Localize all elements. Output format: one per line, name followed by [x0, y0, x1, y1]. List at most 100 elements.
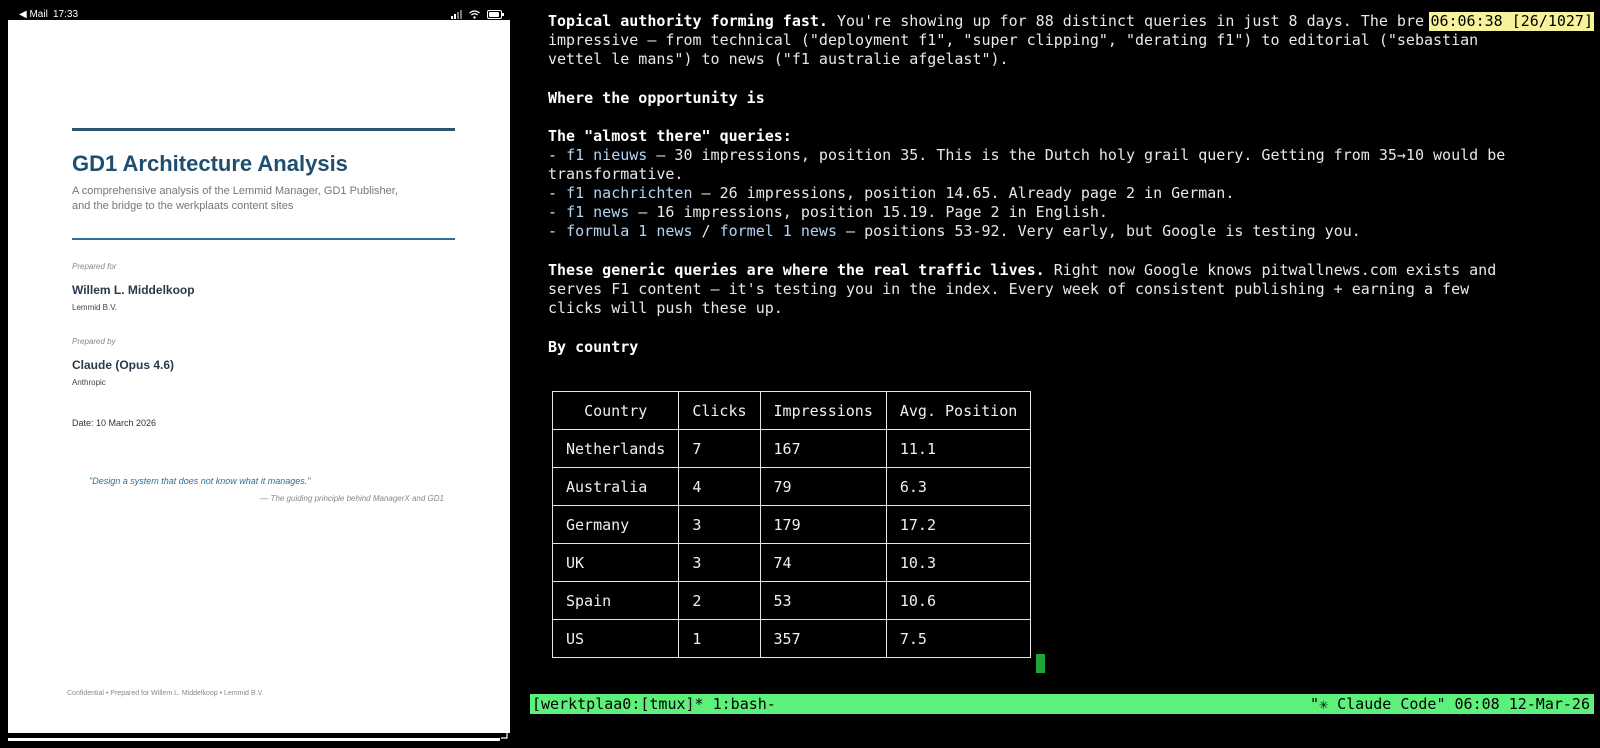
page-scroll-bar[interactable] [8, 738, 500, 741]
terminal-line-generic: These generic queries are where the real… [548, 261, 1496, 280]
column-header: Impressions [759, 391, 887, 430]
table-cell: 10.3 [885, 543, 1032, 582]
list-item-continuation: transformative. [548, 165, 684, 183]
terminal-text: — positions 53-92. Very early, but Googl… [837, 222, 1361, 240]
terminal-text: — 26 impressions, position 14.65. Alread… [692, 184, 1235, 202]
table-cell: 167 [759, 429, 887, 468]
heading-opportunity: Where the opportunity is [548, 89, 765, 107]
bold-text: Topical authority forming fast. [548, 12, 828, 30]
table-cell: 3 [678, 543, 761, 582]
list-dash: - [548, 222, 567, 240]
document-subtitle-line-2: and the bridge to the werkplaats content… [72, 200, 294, 212]
document-date: Date: 10 March 2026 [72, 418, 157, 428]
ipad-document-pane: ◀ Mail 17:33 GD1 Architecture Analysis A… [0, 0, 516, 748]
list-dash: - [548, 184, 567, 202]
table-cell: 53 [759, 581, 887, 620]
list-dash: - [548, 203, 567, 221]
list-item: - f1 news — 16 impressions, position 15.… [548, 203, 1108, 222]
table-cell: Netherlands [551, 429, 680, 468]
table-row: US 1 357 7.5 [551, 619, 1032, 658]
terminal-line-3: vettel le mans") to news ("f1 australie … [548, 50, 1009, 68]
table-cell: 357 [759, 619, 887, 658]
table-cell: 3 [678, 505, 761, 544]
list-item: - formula 1 news / formel 1 news — posit… [548, 222, 1361, 241]
wifi-icon [469, 10, 481, 19]
guiding-quote: "Design a system that does not know what… [89, 476, 311, 486]
table-row: UK 3 74 10.3 [551, 543, 1032, 582]
table-cell: US [551, 619, 680, 658]
query-term: formel 1 news [719, 222, 837, 240]
tmux-status-right: "✳ Claude Code" 06:08 12-Mar-26 [1310, 695, 1590, 713]
table-cell: 1 [678, 619, 761, 658]
table-cell: 2 [678, 581, 761, 620]
column-header: Country [551, 391, 680, 430]
document-footer: Confidential • Prepared for Willem L. Mi… [67, 690, 264, 697]
quote-attribution: — The guiding principle behind ManagerX … [260, 494, 444, 503]
prepared-for-org: Lemmid B.V. [72, 303, 118, 312]
document-page: GD1 Architecture Analysis A comprehensiv… [8, 20, 510, 733]
table-cell: 79 [759, 467, 887, 506]
terminal-line-1: Topical authority forming fast. You're s… [548, 12, 1424, 31]
ios-status-bar: ◀ Mail 17:33 [0, 0, 516, 20]
table-cell: Germany [551, 505, 680, 544]
prepared-for-label: Prepared for [72, 262, 117, 271]
query-term: f1 nachrichten [566, 184, 693, 202]
table-cell: 6.3 [885, 467, 1032, 506]
table-cell: 179 [759, 505, 887, 544]
query-term: formula 1 news [566, 222, 693, 240]
status-time: 17:33 [53, 9, 79, 20]
list-item: - f1 nachrichten — 26 impressions, posit… [548, 184, 1234, 203]
terminal-cursor [1036, 654, 1045, 673]
table-cell: UK [551, 543, 680, 582]
query-term: f1 nieuws [566, 146, 648, 164]
table-cell: 7 [678, 429, 761, 468]
tmux-status-bar: [werktplaa0:[tmux]* 1:bash- "✳ Claude Co… [530, 694, 1594, 714]
terminal-text: You're showing up for 88 distinct querie… [827, 12, 1424, 30]
list-item: - f1 nieuws — 30 impressions, position 3… [548, 146, 1505, 165]
timer-overlay: 06:06:38 [26/1027] [1429, 12, 1594, 31]
back-to-mail-link[interactable]: ◀ Mail [19, 9, 48, 20]
table-cell: Spain [551, 581, 680, 620]
terminal-pane[interactable]: Topical authority forming fast. You're s… [524, 0, 1600, 748]
prepared-for-name: Willem L. Middelkoop [72, 283, 195, 297]
prepared-by-name: Claude (Opus 4.6) [72, 358, 175, 372]
table-cell: 17.2 [885, 505, 1032, 544]
tmux-session-window[interactable]: [werktplaa0:[tmux]* 1:bash- [532, 695, 776, 713]
prepared-by-org: Anthropic [72, 378, 106, 387]
heading-by-country: By country [548, 338, 639, 356]
terminal-line-generic-3: clicks will push these up. [548, 299, 783, 317]
document-subtitle-line-1: A comprehensive analysis of the Lemmid M… [72, 185, 398, 197]
table-cell: 10.6 [885, 581, 1032, 620]
column-header: Avg. Position [885, 391, 1032, 430]
column-header: Clicks [678, 391, 761, 430]
table-row: Netherlands 7 167 11.1 [551, 429, 1032, 468]
prepared-by-label: Prepared by [72, 337, 116, 346]
table-cell: 7.5 [885, 619, 1032, 658]
cellular-signal-icon [451, 8, 463, 19]
title-rule-bottom [72, 238, 455, 240]
status-icons [451, 8, 504, 19]
terminal-text: — 16 impressions, position 15.19. Page 2… [629, 203, 1108, 221]
battery-icon [487, 10, 504, 19]
table-row: Australia 4 79 6.3 [551, 467, 1032, 506]
table-cell: 11.1 [885, 429, 1032, 468]
query-term: f1 news [566, 203, 630, 221]
country-table: Country Clicks Impressions Avg. Position… [551, 391, 1032, 658]
terminal-text: Right now Google knows pitwallnews.com e… [1044, 261, 1497, 279]
table-row: Spain 2 53 10.6 [551, 581, 1032, 620]
table-cell: 4 [678, 467, 761, 506]
table-cell: 74 [759, 543, 887, 582]
document-title: GD1 Architecture Analysis [72, 151, 348, 176]
bold-text: These generic queries are where the real… [548, 261, 1045, 279]
table-row: Germany 3 179 17.2 [551, 505, 1032, 544]
table-header-row: Country Clicks Impressions Avg. Position [551, 391, 1032, 430]
title-rule-top [72, 128, 455, 131]
table-cell: Australia [551, 467, 680, 506]
terminal-text: — 30 impressions, position 35. This is t… [647, 146, 1506, 164]
heading-almost-there: The "almost there" queries: [548, 127, 792, 145]
terminal-line-2: impressive — from technical ("deployment… [548, 31, 1479, 49]
list-dash: - [548, 146, 567, 164]
terminal-text: / [692, 222, 720, 240]
resize-handle-icon[interactable] [500, 728, 508, 740]
terminal-line-generic-2: serves F1 content — it's testing you in … [548, 280, 1470, 298]
